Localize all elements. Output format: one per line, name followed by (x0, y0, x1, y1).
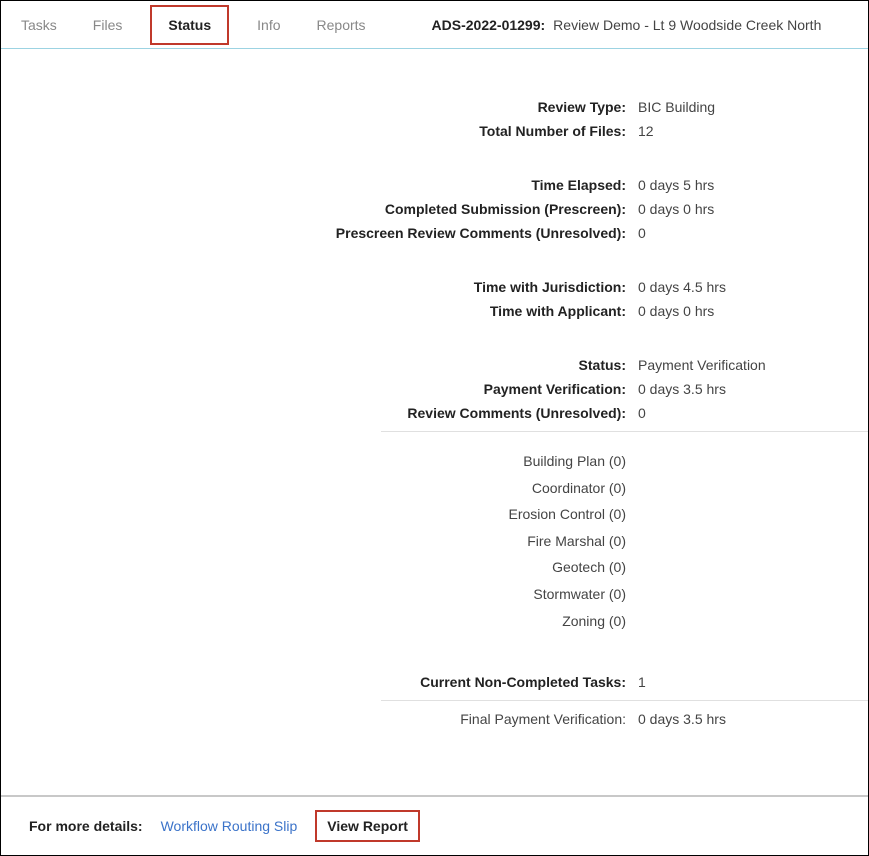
non-completed-value: 1 (638, 674, 868, 690)
time-applicant-value: 0 days 0 hrs (638, 303, 868, 319)
completed-submission-label: Completed Submission (Prescreen): (1, 201, 626, 217)
review-type-label: Review Type: (1, 99, 626, 115)
tab-files[interactable]: Files (87, 13, 129, 37)
payment-verification-label: Payment Verification: (1, 381, 626, 397)
subitem-erosion-control: Erosion Control (0) (1, 501, 626, 528)
subitem-building-plan: Building Plan (0) (1, 448, 626, 475)
view-report-button[interactable]: View Report (315, 810, 420, 842)
subitem-stormwater: Stormwater (0) (1, 581, 626, 608)
final-payment-label: Final Payment Verification: (1, 711, 626, 727)
case-header: ADS-2022-01299: Review Demo - Lt 9 Woods… (432, 17, 822, 33)
total-files-label: Total Number of Files: (1, 123, 626, 139)
time-jurisdiction-label: Time with Jurisdiction: (1, 279, 626, 295)
workflow-routing-slip-link[interactable]: Workflow Routing Slip (161, 818, 298, 834)
case-id: ADS-2022-01299: (432, 17, 546, 33)
tab-reports[interactable]: Reports (311, 13, 372, 37)
subitem-zoning: Zoning (0) (1, 608, 626, 635)
divider (381, 700, 868, 701)
review-comments-value: 0 (638, 405, 868, 421)
non-completed-label: Current Non-Completed Tasks: (1, 674, 626, 690)
tab-info[interactable]: Info (251, 13, 286, 37)
prescreen-comments-label: Prescreen Review Comments (Unresolved): (1, 225, 626, 241)
subitem-coordinator: Coordinator (0) (1, 475, 626, 502)
review-type-value: BIC Building (638, 99, 868, 115)
footer-bar: For more details: Workflow Routing Slip … (1, 795, 868, 855)
footer-label: For more details: (29, 818, 143, 834)
completed-submission-value: 0 days 0 hrs (638, 201, 868, 217)
review-comments-label: Review Comments (Unresolved): (1, 405, 626, 421)
status-value: Payment Verification (638, 357, 868, 373)
status-content: Review Type: BIC Building Total Number o… (1, 49, 868, 747)
status-label: Status: (1, 357, 626, 373)
prescreen-comments-value: 0 (638, 225, 868, 241)
tab-status[interactable]: Status (162, 13, 217, 37)
tab-strip: Tasks Files Status Info Reports (11, 9, 372, 41)
tab-tasks[interactable]: Tasks (15, 13, 63, 37)
payment-verification-value: 0 days 3.5 hrs (638, 381, 868, 397)
case-title: Review Demo - Lt 9 Woodside Creek North (553, 17, 821, 33)
time-applicant-label: Time with Applicant: (1, 303, 626, 319)
total-files-value: 12 (638, 123, 868, 139)
header-bar: Tasks Files Status Info Reports ADS-2022… (1, 1, 868, 49)
review-comments-sublist: Building Plan (0) Coordinator (0) Erosio… (1, 442, 626, 636)
time-jurisdiction-value: 0 days 4.5 hrs (638, 279, 868, 295)
time-elapsed-value: 0 days 5 hrs (638, 177, 868, 193)
time-elapsed-label: Time Elapsed: (1, 177, 626, 193)
tab-status-highlight: Status (150, 5, 229, 45)
divider (381, 431, 868, 432)
subitem-fire-marshal: Fire Marshal (0) (1, 528, 626, 555)
final-payment-value: 0 days 3.5 hrs (638, 711, 868, 727)
subitem-geotech: Geotech (0) (1, 554, 626, 581)
